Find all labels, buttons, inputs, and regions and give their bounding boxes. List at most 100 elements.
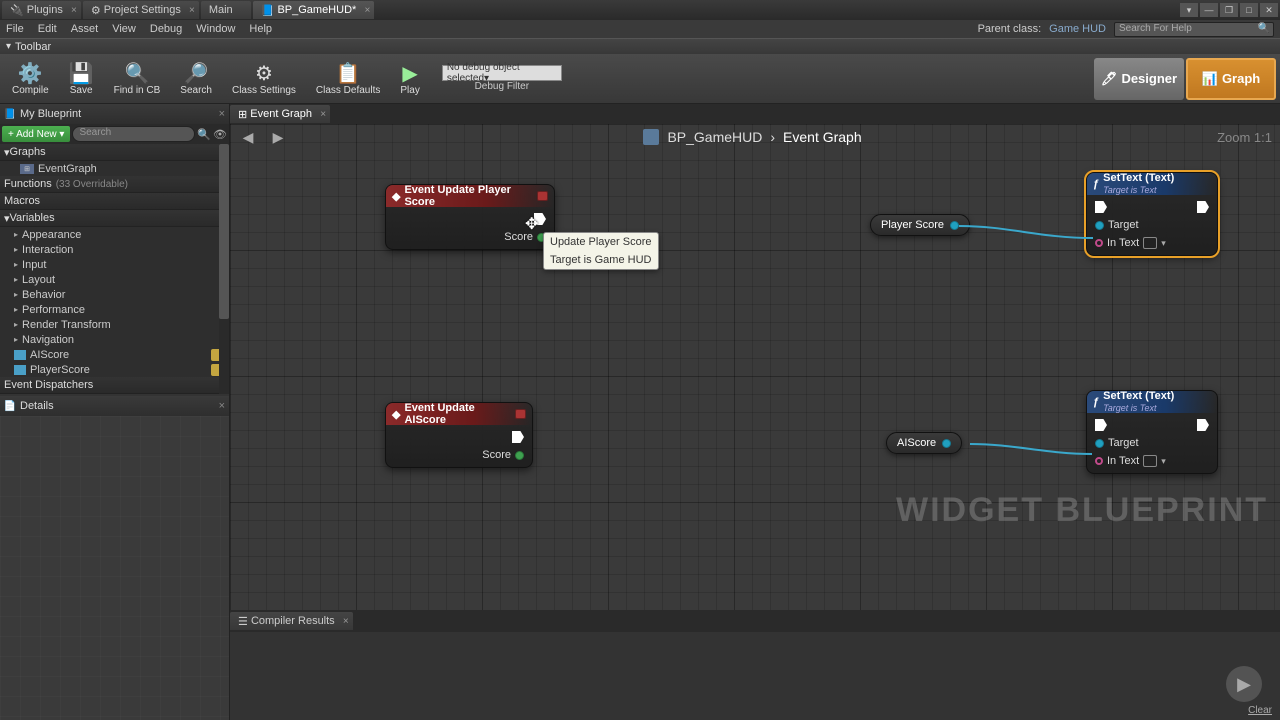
var-out-pin[interactable]	[942, 439, 951, 448]
close-icon[interactable]: ×	[71, 5, 77, 16]
item-layout[interactable]: ▸Layout	[0, 272, 229, 287]
graph-icon: ⊞	[20, 164, 34, 174]
node-settext-1[interactable]: ƒSetText (Text)Target is Text Target In …	[1086, 172, 1218, 256]
custom-event-icon	[537, 191, 548, 201]
menu-help[interactable]: Help	[249, 23, 272, 35]
close-icon[interactable]: ×	[219, 400, 225, 412]
menu-debug[interactable]: Debug	[150, 23, 182, 35]
search-icon: 🔍	[124, 61, 149, 85]
tab-my-blueprint[interactable]: 📘My Blueprint×	[0, 104, 229, 124]
menu-file[interactable]: File	[6, 23, 24, 35]
blueprint-icon	[643, 129, 659, 145]
node-settext-2[interactable]: ƒSetText (Text)Target is Text Target In …	[1086, 390, 1218, 474]
search-icon[interactable]: 🔍	[197, 128, 211, 141]
add-new-button[interactable]: + Add New ▾	[2, 126, 70, 142]
item-render-transform[interactable]: ▸Render Transform	[0, 317, 229, 332]
designer-mode-button[interactable]: 🖊Designer	[1094, 58, 1184, 100]
menu-edit[interactable]: Edit	[38, 23, 57, 35]
exec-in-pin[interactable]	[1095, 201, 1107, 213]
compile-button[interactable]: ⚙️Compile	[4, 57, 57, 101]
tab-plugins[interactable]: 🔌 Plugins×	[2, 1, 81, 19]
chevron-down-icon[interactable]: ▾	[1161, 456, 1166, 467]
graph-nav: ◀ ▶ BP_GameHUD › Event Graph Zoom 1:1	[230, 124, 1280, 150]
chevron-down-icon[interactable]: ▾	[1161, 238, 1166, 249]
intext-pin[interactable]: In Text▾	[1095, 455, 1166, 467]
menu-asset[interactable]: Asset	[71, 23, 99, 35]
item-appearance[interactable]: ▸Appearance	[0, 227, 229, 242]
item-interaction[interactable]: ▸Interaction	[0, 242, 229, 257]
close-icon[interactable]: ×	[219, 108, 225, 120]
node-var-player-score[interactable]: Player Score	[870, 214, 970, 236]
item-behavior[interactable]: ▸Behavior	[0, 287, 229, 302]
close-icon[interactable]: ×	[364, 5, 370, 16]
find-in-cb-button[interactable]: 🔍Find in CB	[106, 57, 169, 101]
tab-compiler-results[interactable]: ☰ Compiler Results×	[230, 612, 353, 630]
cat-functions[interactable]: Functions(33 Overridable)+	[0, 176, 229, 193]
close-icon[interactable]: ×	[343, 616, 349, 627]
menu-view[interactable]: View	[112, 23, 136, 35]
close-icon[interactable]: ×	[189, 5, 195, 16]
clear-button[interactable]: Clear	[1248, 705, 1272, 716]
toolbar-strip[interactable]: ▾ Toolbar	[0, 38, 1280, 54]
class-settings-button[interactable]: ⚙Class Settings	[224, 57, 304, 101]
parent-class-link[interactable]: Game HUD	[1049, 23, 1106, 35]
my-blueprint-search[interactable]: Search	[72, 126, 195, 142]
class-defaults-button[interactable]: 📋Class Defaults	[308, 57, 388, 101]
item-performance[interactable]: ▸Performance	[0, 302, 229, 317]
item-playerscore[interactable]: PlayerScore	[0, 362, 229, 377]
tab-details[interactable]: 📄Details×	[0, 396, 229, 416]
item-navigation[interactable]: ▸Navigation	[0, 332, 229, 347]
scrollbar[interactable]	[219, 144, 229, 394]
play-button[interactable]: ▶Play	[392, 57, 427, 101]
minimize-button[interactable]: —	[1200, 3, 1218, 17]
target-pin[interactable]: Target	[1095, 437, 1139, 449]
target-pin[interactable]: Target	[1095, 219, 1139, 231]
play-overlay-icon[interactable]: ▶	[1226, 666, 1262, 702]
item-eventgraph[interactable]: ⊞EventGraph	[0, 161, 229, 176]
close-button[interactable]: ✕	[1260, 3, 1278, 17]
exec-out-pin[interactable]	[1197, 201, 1209, 213]
toolbar-label: Toolbar	[15, 41, 51, 53]
exec-out-pin[interactable]	[512, 431, 524, 443]
help-search-input[interactable]: Search For Help	[1114, 22, 1274, 37]
score-out-pin[interactable]: Score	[482, 449, 524, 461]
tab-main[interactable]: Main	[201, 1, 251, 19]
intext-pin[interactable]: In Text▾	[1095, 237, 1166, 249]
item-input[interactable]: ▸Input	[0, 257, 229, 272]
tab-bp-gamehud[interactable]: 📘 BP_GameHUD*×	[253, 1, 375, 19]
eye-icon[interactable]: 👁	[213, 128, 227, 141]
restore-button[interactable]: ❐	[1220, 3, 1238, 17]
nav-back-button[interactable]: ◀	[238, 127, 258, 147]
dropdown-icon[interactable]: ▾	[1180, 3, 1198, 17]
cat-event-dispatchers[interactable]: Event Dispatchers+	[0, 377, 229, 394]
debug-object-select[interactable]: No debug object selected▾	[442, 65, 562, 81]
breadcrumb: BP_GameHUD › Event Graph	[298, 129, 1207, 145]
cat-variables[interactable]: ▾Variables+	[0, 210, 229, 227]
tab-project-settings[interactable]: ⚙ Project Settings×	[83, 1, 199, 19]
window-controls: ▾ — ❐ □ ✕	[1180, 3, 1278, 17]
crumb-root[interactable]: BP_GameHUD	[667, 129, 762, 145]
compiler-results-panel: Clear ▶	[230, 632, 1280, 720]
tab-event-graph[interactable]: ⊞ Event Graph×	[230, 105, 330, 123]
main-toolbar: ⚙️Compile 💾Save 🔍Find in CB 🔎Search ⚙Cla…	[0, 54, 1280, 104]
graph-mode-button[interactable]: 📊Graph	[1186, 58, 1276, 100]
item-aiscore[interactable]: AIScore	[0, 347, 229, 362]
exec-out-pin[interactable]	[1197, 419, 1209, 431]
node-event-update-aiscore[interactable]: ◆Event Update AIScore Score	[385, 402, 533, 468]
panel-search-row: + Add New ▾ Search 🔍 👁	[0, 124, 229, 144]
close-icon[interactable]: ×	[320, 109, 326, 120]
cat-macros[interactable]: Macros+	[0, 193, 229, 210]
graph-canvas[interactable]: ◀ ▶ BP_GameHUD › Event Graph Zoom 1:1 ◆E…	[230, 124, 1280, 610]
maximize-button[interactable]: □	[1240, 3, 1258, 17]
menu-window[interactable]: Window	[196, 23, 235, 35]
node-var-aiscore[interactable]: AIScore	[886, 432, 962, 454]
move-cursor-icon: ✥	[525, 214, 538, 234]
search-button[interactable]: 🔎Search	[172, 57, 220, 101]
exec-in-pin[interactable]	[1095, 419, 1107, 431]
graph-icon: ⊞	[238, 108, 247, 121]
settings-icon: ⚙	[255, 61, 273, 85]
var-out-pin[interactable]	[950, 221, 959, 230]
save-button[interactable]: 💾Save	[61, 57, 102, 101]
cat-graphs[interactable]: ▾Graphs+	[0, 144, 229, 161]
nav-fwd-button[interactable]: ▶	[268, 127, 288, 147]
